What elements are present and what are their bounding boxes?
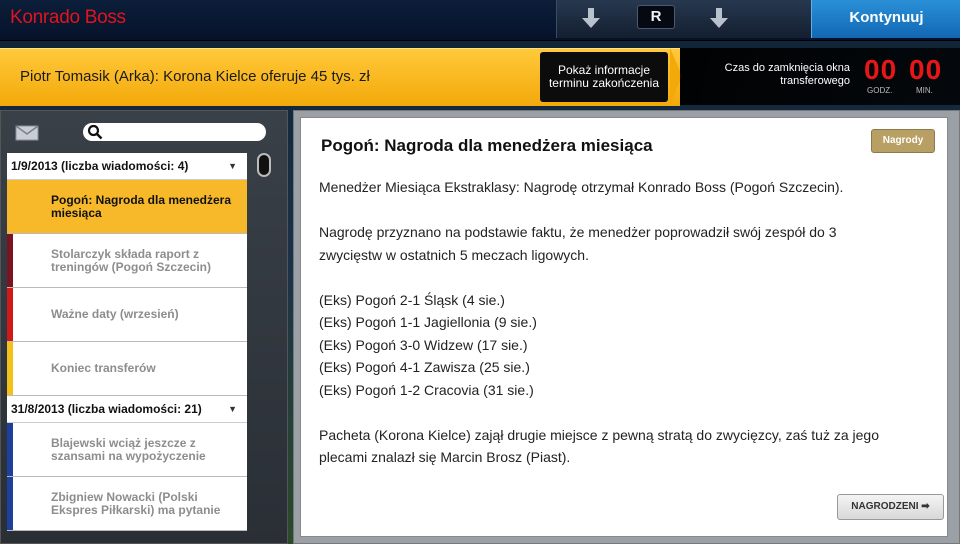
list-item-label: Pogoń: Nagroda dla menedżera miesiąca (51, 192, 232, 220)
list-item-color-bar (7, 423, 13, 476)
list-item-color-bar (7, 477, 13, 530)
list-item-color-bar (7, 288, 13, 341)
result-line: (Eks) Pogoń 1-2 Cracovia (31 sie.) (319, 381, 534, 398)
show-deadline-info-button[interactable]: Pokaż informacje terminu zakończenia (540, 52, 668, 102)
list-item-label: Zbigniew Nowacki (Polski Ekspres Piłkars… (51, 489, 221, 517)
message-paragraph: Menedżer Miesiąca Ekstraklasy: Nagrodę o… (319, 179, 844, 195)
message-card: Pogoń: Nagroda dla menedżera miesiąca Na… (300, 117, 948, 537)
list-item-color-bar (7, 234, 13, 287)
timer-hours: 00 (864, 54, 898, 85)
list-item-label: Ważne daty (wrzesień) (51, 307, 179, 321)
winners-button[interactable]: NAGRODZENI ➡ (837, 494, 944, 520)
group-header[interactable]: 31/8/2013 (liczba wiadomości: 21) ▼ (7, 396, 247, 423)
transfer-timer: Czas do zamknięcia okna transferowego 00… (680, 48, 960, 105)
list-item[interactable]: Koniec transferów (7, 342, 247, 396)
list-item-color-bar (7, 180, 13, 233)
top-bar: Konrado Boss R Kontynuuj (0, 0, 960, 41)
list-item-label: Stolarczyk składa raport z treningów (Po… (51, 246, 212, 274)
message-paragraph: plecami znalazł się Marcin Brosz (Piast)… (319, 449, 571, 465)
inbox-panel: 1/9/2013 (liczba wiadomości: 4) ▼ Pogoń:… (0, 110, 288, 544)
result-line: (Eks) Pogoń 4-1 Zawisza (25 sie.) (319, 359, 530, 375)
message-panel: Pogoń: Nagroda dla menedżera miesiąca Na… (293, 110, 960, 544)
continue-button[interactable]: Kontynuuj (811, 0, 960, 38)
search-icon (87, 124, 103, 140)
group-header[interactable]: 1/9/2013 (liczba wiadomości: 4) ▼ (7, 153, 247, 180)
search-box[interactable] (83, 123, 266, 141)
navigation-group: R (556, 0, 812, 38)
message-body: Menedżer Miesiąca Ekstraklasy: Nagrodę o… (319, 176, 919, 469)
message-list: 1/9/2013 (liczba wiadomości: 4) ▼ Pogoń:… (7, 153, 247, 543)
arrow-down-icon[interactable] (579, 6, 603, 30)
list-item-color-bar (7, 342, 13, 395)
message-title: Pogoń: Nagroda dla menedżera miesiąca (321, 136, 653, 155)
manager-name: Konrado Boss (10, 7, 126, 28)
message-paragraph: zwycięstw w ostatnich 5 meczach ligowych… (319, 246, 589, 263)
message-paragraph: Pacheta (Korona Kielce) zajął drugie mie… (319, 426, 880, 443)
list-item-label: Blajewski wciąż jeszcze z szansami na wy… (51, 435, 206, 463)
result-line: (Eks) Pogoń 2-1 Śląsk (4 sie.) (319, 291, 505, 308)
list-item[interactable]: Stolarczyk składa raport z treningów (Po… (7, 234, 247, 288)
list-item[interactable]: Pogoń: Nagroda dla menedżera miesiąca (7, 180, 247, 234)
transfer-timer-label: Czas do zamknięcia okna transferowego (724, 62, 850, 87)
message-paragraph: Nagrodę przyznano na podstawie faktu, że… (319, 224, 837, 240)
chevron-down-icon: ▼ (228, 161, 237, 171)
timer-minutes: 00 (909, 54, 943, 85)
show-deadline-info-label: Pokaż informacje terminu zakończenia (548, 63, 660, 90)
result-line: (Eks) Pogoń 3-0 Widzew (17 sie.) (319, 336, 528, 353)
chevron-down-icon: ▼ (228, 404, 237, 414)
awards-badge-button[interactable]: Nagrody (871, 129, 935, 153)
arrow-down-icon[interactable] (707, 6, 731, 30)
group-header-label: 1/9/2013 (liczba wiadomości: 4) (11, 159, 189, 173)
group-header-label: 31/8/2013 (liczba wiadomości: 21) (11, 402, 202, 416)
list-item[interactable]: Zbigniew Nowacki (Polski Ekspres Piłkars… (7, 477, 247, 531)
news-strip-text: Piotr Tomasik (Arka): Korona Kielce ofer… (20, 68, 370, 85)
search-input[interactable] (105, 124, 259, 140)
result-line: (Eks) Pogoń 1-1 Jagiellonia (9 sie.) (319, 314, 537, 330)
r-button[interactable]: R (637, 5, 675, 29)
envelope-icon[interactable] (15, 125, 39, 141)
timer-minutes-unit: MIN. (916, 86, 933, 95)
timer-hours-unit: GODZ. (867, 86, 893, 95)
list-item[interactable]: Ważne daty (wrzesień) (7, 288, 247, 342)
list-item-label: Koniec transferów (51, 361, 156, 375)
scrollbar-thumb[interactable] (257, 153, 271, 177)
list-item[interactable]: Blajewski wciąż jeszcze z szansami na wy… (7, 423, 247, 477)
